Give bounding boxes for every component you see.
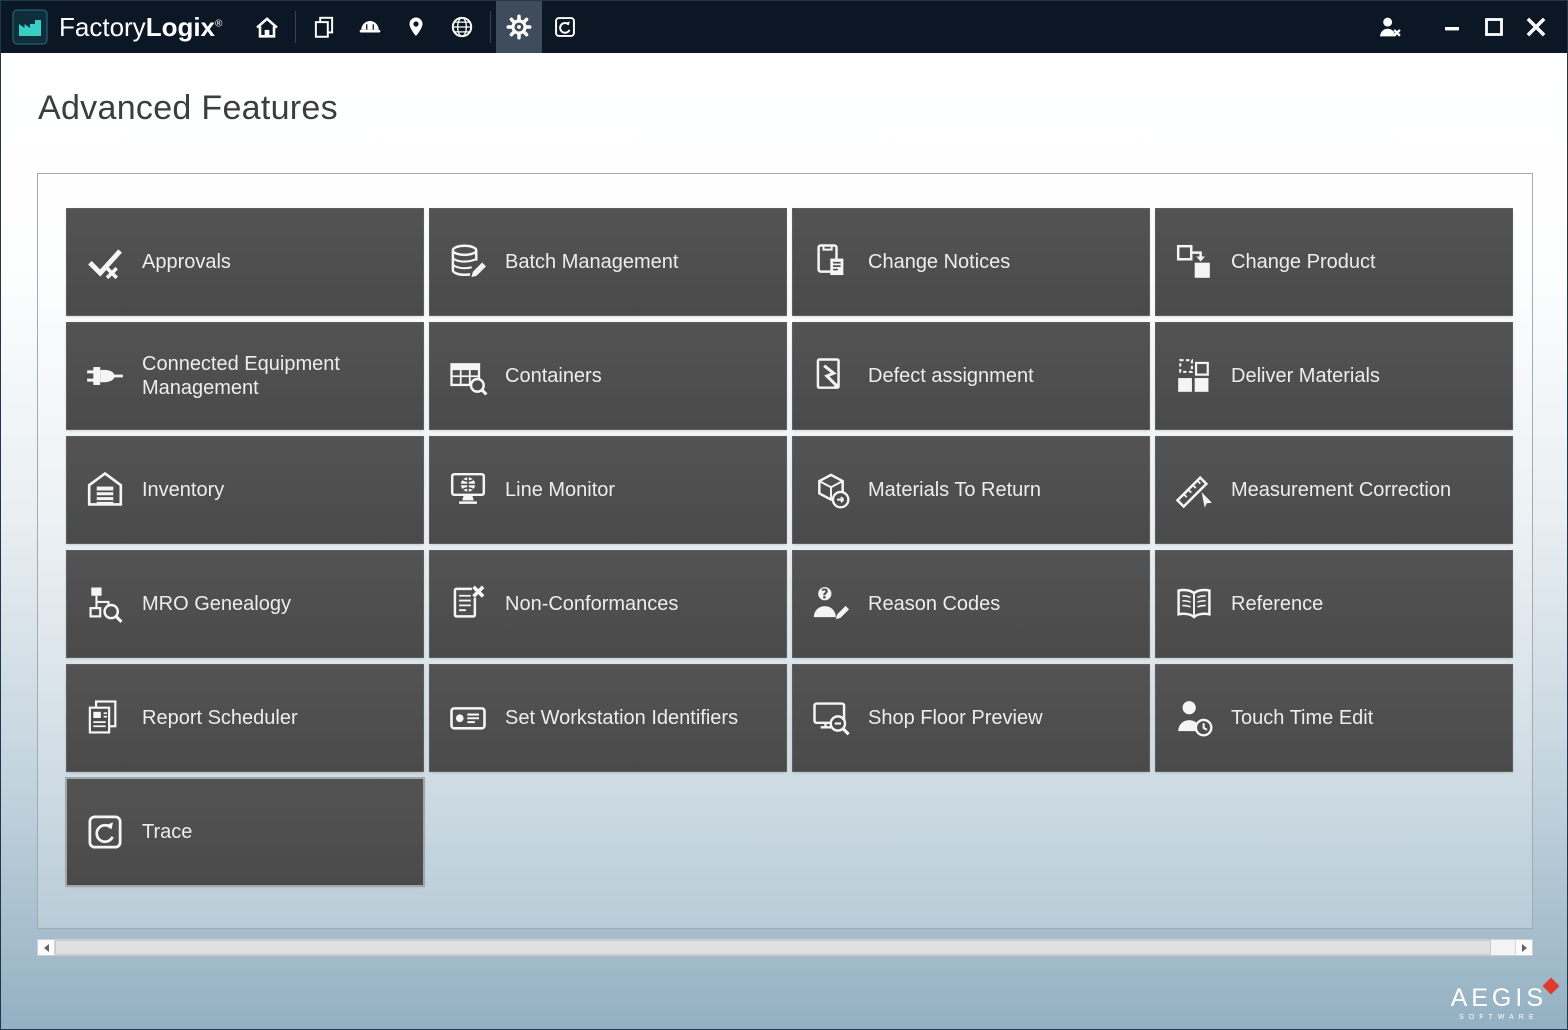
report-pages-icon [81, 694, 129, 742]
defect-document-icon [807, 352, 855, 400]
ruler-cursor-icon [1170, 466, 1218, 514]
minimize-button[interactable] [1431, 1, 1473, 53]
tile-report-scheduler[interactable]: Report Scheduler [67, 665, 423, 771]
tile-label: Non-Conformances [505, 593, 679, 615]
tile-containers[interactable]: Containers [430, 323, 786, 429]
tile-label: Inventory [142, 479, 225, 501]
scrollbar-thumb[interactable] [55, 940, 1491, 955]
home-icon[interactable] [244, 1, 290, 53]
person-question-icon: ? [807, 580, 855, 628]
brand-name: AEGIS [1450, 984, 1547, 1012]
toolbar-separator [295, 11, 297, 43]
tile-label: Materials To Return [868, 479, 1042, 501]
warehouse-icon [81, 466, 129, 514]
tile-label: Defect assignment [868, 365, 1034, 387]
database-edit-icon [444, 238, 492, 286]
plug-icon [81, 352, 129, 400]
horizontal-scrollbar[interactable] [37, 939, 1533, 956]
globe-icon[interactable] [439, 1, 485, 53]
tile-label: Change Notices [868, 251, 1011, 273]
tile-non-conformances[interactable]: Non-Conformances [430, 551, 786, 657]
main-content: Advanced Features Approvals Batch Manage… [1, 53, 1567, 1029]
features-panel: Approvals Batch Management Change Notice… [37, 173, 1533, 929]
app-window: FactoryLogix® Advanced Features Approval… [0, 0, 1568, 1030]
document-x-icon [444, 580, 492, 628]
titlebar: FactoryLogix® [1, 1, 1567, 53]
tile-label: Report Scheduler [142, 707, 298, 729]
factorylogix-logo-icon [11, 8, 49, 46]
tile-deliver-materials[interactable]: Deliver Materials [1156, 323, 1512, 429]
tile-label: Reason Codes [868, 593, 1001, 615]
tile-label: Change Product [1231, 251, 1376, 273]
trace-rotate-icon [81, 808, 129, 856]
boxes-icon [1170, 352, 1218, 400]
tile-label: MRO Genealogy [142, 593, 291, 615]
document-change-icon [807, 238, 855, 286]
tile-label: Set Workstation Identifiers [505, 707, 739, 729]
tile-materials-to-return[interactable]: Materials To Return [793, 437, 1149, 543]
hierarchy-search-icon [81, 580, 129, 628]
tile-measurement-correction[interactable]: Measurement Correction [1156, 437, 1512, 543]
tile-defect-assignment[interactable]: Defect assignment [793, 323, 1149, 429]
tile-approvals[interactable]: Approvals [67, 209, 423, 315]
open-book-icon [1170, 580, 1218, 628]
brand-tagline: SOFTWARE [1459, 1014, 1539, 1021]
tile-batch-management[interactable]: Batch Management [430, 209, 786, 315]
monitor-globe-icon [444, 466, 492, 514]
tile-label: Deliver Materials [1231, 365, 1380, 387]
location-pin-icon[interactable] [393, 1, 439, 53]
tile-label: Touch Time Edit [1231, 707, 1374, 729]
aegis-branding: AEGIS SOFTWARE [1450, 977, 1560, 1021]
svg-text:?: ? [821, 588, 829, 603]
monitor-search-icon [807, 694, 855, 742]
scroll-left-arrow-icon[interactable] [38, 940, 55, 955]
close-button[interactable] [1515, 1, 1557, 53]
tile-mro-genealogy[interactable]: MRO Genealogy [67, 551, 423, 657]
product-swap-icon [1170, 238, 1218, 286]
toolbar-separator [490, 11, 492, 43]
tile-change-product[interactable]: Change Product [1156, 209, 1512, 315]
app-title: FactoryLogix® [59, 11, 223, 42]
tile-shop-floor-preview[interactable]: Shop Floor Preview [793, 665, 1149, 771]
tile-label: Connected Equipment Management [142, 353, 340, 399]
id-badge-icon [444, 694, 492, 742]
hard-hat-icon[interactable] [347, 1, 393, 53]
scroll-right-arrow-icon[interactable] [1515, 940, 1532, 955]
tile-reason-codes[interactable]: ? Reason Codes [793, 551, 1149, 657]
tile-label: Reference [1231, 593, 1324, 615]
box-return-icon [807, 466, 855, 514]
person-clock-icon [1170, 694, 1218, 742]
tile-label: Shop Floor Preview [868, 707, 1043, 729]
tile-reference[interactable]: Reference [1156, 551, 1512, 657]
tile-connected-equipment-management[interactable]: Connected Equipment Management [67, 323, 423, 429]
approvals-check-icon [81, 238, 129, 286]
tile-grid: Approvals Batch Management Change Notice… [38, 174, 1532, 885]
tile-label: Trace [142, 821, 193, 843]
tile-trace[interactable]: Trace [67, 779, 423, 885]
table-search-icon [444, 352, 492, 400]
maximize-button[interactable] [1473, 1, 1515, 53]
tile-set-workstation-identifiers[interactable]: Set Workstation Identifiers [430, 665, 786, 771]
tile-change-notices[interactable]: Change Notices [793, 209, 1149, 315]
tile-label: Containers [505, 365, 602, 387]
page-title: Advanced Features [38, 89, 338, 127]
user-sign-out-icon[interactable] [1367, 1, 1413, 53]
tile-touch-time-edit[interactable]: Touch Time Edit [1156, 665, 1512, 771]
tile-inventory[interactable]: Inventory [67, 437, 423, 543]
settings-gear-icon[interactable] [496, 1, 543, 53]
tile-label: Approvals [142, 251, 231, 273]
tile-line-monitor[interactable]: Line Monitor [430, 437, 786, 543]
tile-label: Line Monitor [505, 479, 616, 501]
trace-icon[interactable] [542, 1, 588, 53]
tile-label: Measurement Correction [1231, 479, 1452, 501]
tile-label: Batch Management [505, 251, 679, 273]
documents-icon[interactable] [301, 1, 347, 53]
